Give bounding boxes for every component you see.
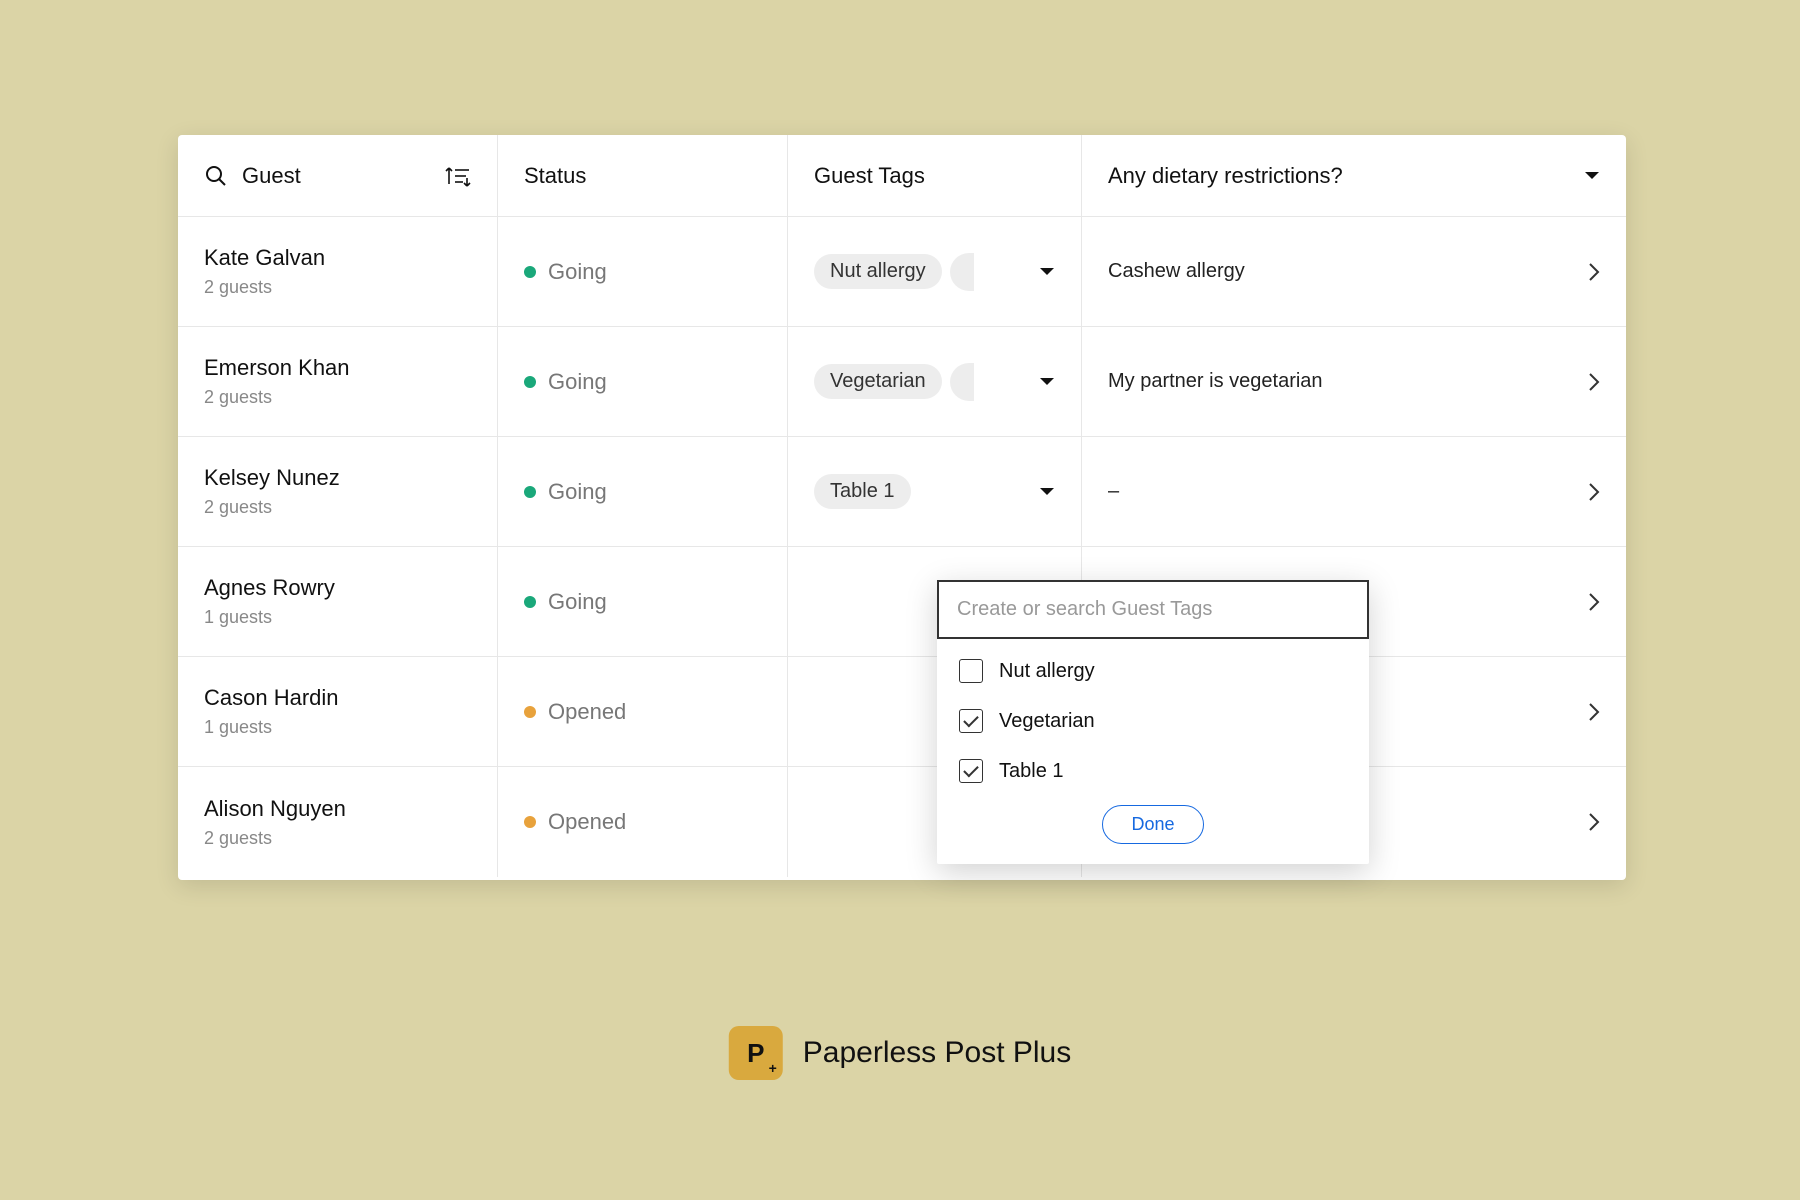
status-dot	[524, 486, 536, 498]
column-header-diet-label: Any dietary restrictions?	[1108, 163, 1343, 189]
brand-badge-plus: +	[769, 1060, 777, 1076]
status-text: Going	[548, 259, 607, 285]
tag-option[interactable]: Nut allergy	[959, 659, 1347, 683]
chevron-down-icon[interactable]	[1039, 267, 1055, 277]
tags-cell[interactable]: Vegetarian	[788, 327, 1082, 436]
chevron-right-icon	[1588, 482, 1600, 502]
guest-cell[interactable]: Agnes Rowry 1 guests	[178, 547, 498, 656]
brand-badge-letter: P	[747, 1038, 764, 1069]
diet-cell[interactable]: My partner is vegetarian	[1082, 327, 1626, 436]
table-row: Kate Galvan 2 guests Going Nut allergy Cashe…	[178, 217, 1626, 327]
diet-text: –	[1108, 480, 1119, 503]
table-row: Kelsey Nunez 2 guests Going Table 1 –	[178, 437, 1626, 547]
guest-count: 1 guests	[204, 717, 272, 738]
tag-overflow-stub	[950, 253, 974, 291]
guest-table-card: Guest Status Guest Tags Any dietary rest…	[178, 135, 1626, 880]
status-cell: Opened	[498, 767, 788, 877]
tag-pill: Nut allergy	[814, 254, 942, 289]
table-row: Agnes Rowry 1 guests Going	[178, 547, 1626, 657]
tags-cell[interactable]: Table 1	[788, 437, 1082, 546]
guest-name: Kelsey Nunez	[204, 465, 340, 491]
status-cell: Going	[498, 437, 788, 546]
tags-wrap: Nut allergy	[814, 253, 1029, 291]
status-text: Going	[548, 479, 607, 505]
guest-cell[interactable]: Alison Nguyen 2 guests	[178, 767, 498, 877]
guest-count: 2 guests	[204, 387, 272, 408]
tag-pill: Vegetarian	[814, 364, 942, 399]
table-row: Emerson Khan 2 guests Going Vegetarian My pa…	[178, 327, 1626, 437]
brand-text: Paperless Post Plus	[803, 1036, 1071, 1070]
column-header-diet[interactable]: Any dietary restrictions?	[1082, 135, 1626, 216]
guest-name: Cason Hardin	[204, 685, 339, 711]
guest-cell[interactable]: Cason Hardin 1 guests	[178, 657, 498, 766]
table-row: Alison Nguyen 2 guests Opened	[178, 767, 1626, 877]
diet-text: Cashew allergy	[1108, 260, 1245, 283]
status-text: Opened	[548, 809, 626, 835]
column-header-guest-label: Guest	[242, 163, 301, 189]
status-cell: Going	[498, 547, 788, 656]
guest-count: 2 guests	[204, 828, 272, 849]
table-row: Cason Hardin 1 guests Opened	[178, 657, 1626, 767]
status-text: Opened	[548, 699, 626, 725]
diet-cell[interactable]: –	[1082, 437, 1626, 546]
status-dot	[524, 376, 536, 388]
tag-option-label: Table 1	[999, 760, 1064, 783]
table-header: Guest Status Guest Tags Any dietary rest…	[178, 135, 1626, 217]
guest-count: 1 guests	[204, 607, 272, 628]
status-cell: Opened	[498, 657, 788, 766]
guest-tags-popover: Nut allergy Vegetarian Table 1 Done	[937, 580, 1369, 864]
status-dot	[524, 706, 536, 718]
chevron-down-icon[interactable]	[1039, 377, 1055, 387]
tag-option-label: Nut allergy	[999, 660, 1095, 683]
status-dot	[524, 266, 536, 278]
diet-text: My partner is vegetarian	[1108, 370, 1323, 393]
column-header-status-label: Status	[524, 163, 586, 189]
tag-option[interactable]: Vegetarian	[959, 709, 1347, 733]
status-cell: Going	[498, 217, 788, 326]
guest-cell[interactable]: Emerson Khan 2 guests	[178, 327, 498, 436]
guest-count: 2 guests	[204, 277, 272, 298]
tag-pill: Table 1	[814, 474, 911, 509]
guest-name: Emerson Khan	[204, 355, 350, 381]
chevron-down-icon[interactable]	[1039, 487, 1055, 497]
tag-option-label: Vegetarian	[999, 710, 1095, 733]
checkbox[interactable]	[959, 709, 983, 733]
column-header-tags-label: Guest Tags	[814, 163, 925, 189]
done-button[interactable]: Done	[1102, 805, 1203, 844]
column-header-tags: Guest Tags	[788, 135, 1082, 216]
guest-name: Alison Nguyen	[204, 796, 346, 822]
guest-name: Agnes Rowry	[204, 575, 335, 601]
chevron-right-icon	[1588, 812, 1600, 832]
chevron-right-icon	[1588, 702, 1600, 722]
chevron-right-icon	[1588, 372, 1600, 392]
sort-icon[interactable]	[445, 164, 471, 188]
tag-overflow-stub	[950, 363, 974, 401]
status-text: Going	[548, 589, 607, 615]
search-icon[interactable]	[204, 164, 228, 188]
status-text: Going	[548, 369, 607, 395]
guest-count: 2 guests	[204, 497, 272, 518]
column-header-guest: Guest	[178, 135, 498, 216]
status-cell: Going	[498, 327, 788, 436]
guest-cell[interactable]: Kate Galvan 2 guests	[178, 217, 498, 326]
tags-wrap: Vegetarian	[814, 363, 1029, 401]
chevron-down-icon	[1584, 171, 1600, 181]
status-dot	[524, 816, 536, 828]
brand-footer: P + Paperless Post Plus	[729, 1026, 1071, 1080]
guest-name: Kate Galvan	[204, 245, 325, 271]
tags-cell[interactable]: Nut allergy	[788, 217, 1082, 326]
guest-tags-search-input[interactable]	[937, 580, 1369, 639]
tag-option[interactable]: Table 1	[959, 759, 1347, 783]
checkbox[interactable]	[959, 759, 983, 783]
tags-wrap: Table 1	[814, 474, 1029, 509]
status-dot	[524, 596, 536, 608]
brand-badge: P +	[729, 1026, 783, 1080]
chevron-right-icon	[1588, 262, 1600, 282]
guest-cell[interactable]: Kelsey Nunez 2 guests	[178, 437, 498, 546]
diet-cell[interactable]: Cashew allergy	[1082, 217, 1626, 326]
column-header-status: Status	[498, 135, 788, 216]
checkbox[interactable]	[959, 659, 983, 683]
chevron-right-icon	[1588, 592, 1600, 612]
